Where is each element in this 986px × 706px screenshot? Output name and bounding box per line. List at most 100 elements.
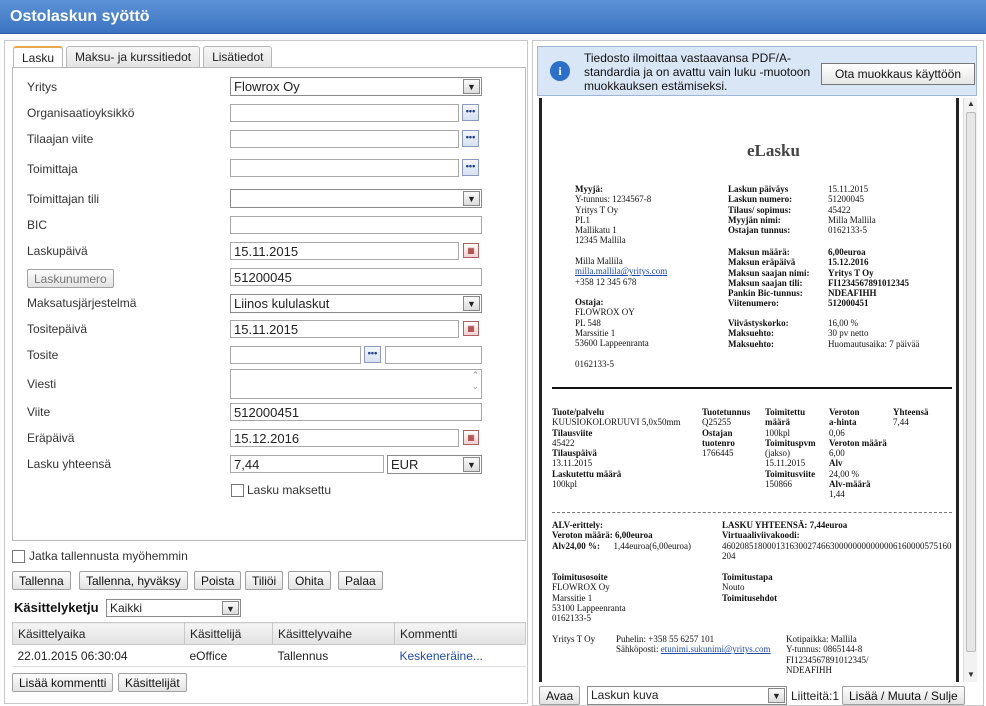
tallenna-hyvaksy-button[interactable]: Tallenna, hyväksy — [79, 571, 188, 590]
doc-value: KUUSIOKOLORUUVI 5,0x50mm — [552, 417, 681, 428]
attachment-select-value: Laskun kuva — [591, 688, 659, 702]
bic-input[interactable] — [230, 216, 482, 234]
doc-contact: Milla Mallila milla.mallila@yritys.com +… — [575, 256, 667, 287]
doc-value: 53100 Lappeenranta — [552, 602, 626, 613]
comment-link[interactable]: Keskeneräine... — [394, 644, 526, 667]
doc-label: Tilausviite — [552, 427, 593, 438]
ellipsis-icon[interactable]: ••• — [462, 159, 479, 176]
lasku-yhteensa-input[interactable]: 7,44 — [230, 455, 384, 473]
currency-value: EUR — [391, 457, 419, 472]
column-header: Käsittelyvaihe — [272, 622, 395, 645]
document-scrollbar[interactable]: ▲ ▼ — [963, 98, 977, 682]
jatka-tallennusta-checkbox[interactable] — [12, 550, 25, 563]
doc-divider — [552, 387, 952, 389]
laskupaiva-input[interactable]: 15.11.2015 — [230, 242, 459, 260]
doc-footer-contact: Puhelin: +358 55 6257 101 Sähköposti: et… — [616, 634, 771, 655]
calendar-icon[interactable]: ▦ — [463, 430, 479, 445]
chevron-down-icon: ▼ — [768, 688, 785, 703]
scroll-up-arrow-icon[interactable]: ▲ — [967, 99, 975, 108]
lasku-maksettu-checkbox[interactable] — [231, 484, 244, 497]
ellipsis-icon[interactable]: ••• — [364, 346, 381, 363]
erapaiva-input[interactable]: 15.12.2016 — [230, 429, 459, 447]
tab-maksu-ja-kurssitiedot[interactable]: Maksu- ja kurssitiedot — [66, 46, 201, 67]
kasittelyketju-select[interactable]: Kaikki ▼ — [106, 599, 241, 617]
doc-line: Milla Mallila — [575, 256, 623, 266]
laskunumero-button[interactable]: Laskunumero — [27, 269, 114, 288]
doc-label: Maksun saajan nimi: — [728, 267, 810, 278]
doc-label: Laskun numero: — [728, 194, 793, 205]
doc-value: 150866 — [765, 479, 792, 490]
ellipsis-icon[interactable]: ••• — [462, 104, 479, 121]
kasittelijat-button[interactable]: Käsittelijät — [118, 673, 187, 692]
lisaa-muuta-sulje-button[interactable]: Lisää / Muuta / Sulje — [842, 686, 965, 705]
doc-value: Huomautusaika: 7 päivää — [828, 338, 920, 349]
doc-delivery-terms: Toimitustapa Nouto Toimitusehdot — [722, 572, 777, 603]
doc-value: 0162133-5 — [828, 225, 867, 236]
tab-lisatiedot[interactable]: Lisätiedot — [203, 46, 273, 67]
palaa-button[interactable]: Palaa — [338, 571, 383, 590]
chevron-down-icon: ▼ — [463, 296, 480, 311]
doc-label: Ostajan — [702, 427, 733, 438]
enable-editing-button[interactable]: Ota muokkaus käyttöön — [821, 63, 975, 85]
doc-line: 53600 Lappeenranta — [575, 338, 649, 349]
doc-seller-title: Myyjä: — [575, 184, 603, 194]
column-header: Käsittelyaika — [12, 622, 185, 645]
doc-label: Laskun päiväys — [728, 184, 789, 194]
tosite-extra-input[interactable] — [385, 346, 482, 364]
doc-info-labels: Laskun päiväys Laskun numero: Tilaus/ so… — [728, 184, 792, 235]
tositepaiva-input[interactable]: 15.11.2015 — [230, 320, 459, 338]
lisaa-kommentti-button[interactable]: Lisää kommentti — [12, 673, 114, 692]
doc-value: 7,44 — [893, 417, 909, 428]
table-row[interactable]: 22.01.2015 06:30:04 eOffice Tallennus Ke… — [12, 644, 526, 667]
doc-label: Tilauspäivä — [552, 448, 597, 459]
calendar-icon[interactable]: ▦ — [463, 243, 479, 258]
scroll-down-arrow-icon[interactable]: ▼ — [967, 670, 975, 679]
doc-value: 45422 — [552, 437, 575, 448]
scrollbar-thumb[interactable] — [966, 112, 976, 652]
tilaajan-viite-input[interactable] — [230, 130, 459, 148]
column-header: Kommentti — [394, 622, 526, 645]
maksatusjarjestelma-select[interactable]: Liinos kululaskut ▼ — [230, 294, 482, 313]
doc-value: 13.11.2015 — [552, 458, 593, 469]
toimittajan-tili-select[interactable]: ▼ — [230, 189, 482, 208]
doc-label: Alv24,00 %: — [552, 540, 600, 551]
doc-value: 6,00euroa — [828, 247, 866, 257]
lasku-maksettu-label: Lasku maksettu — [247, 483, 332, 497]
laskunumero-input[interactable]: 51200045 — [230, 268, 482, 286]
doc-email-link[interactable]: milla.mallila@yritys.com — [575, 266, 667, 276]
organisaatioyksikko-input[interactable] — [230, 104, 459, 122]
doc-line: FLOWROX OY — [575, 307, 635, 318]
doc-value: 15.11.2015 — [828, 184, 869, 194]
doc-line: Yritys T Oy — [575, 204, 619, 215]
ellipsis-icon[interactable]: ••• — [462, 130, 479, 147]
doc-footer-email-link[interactable]: etunimi.sukunimi@yritys.com — [661, 644, 771, 654]
doc-value: Kotipaikka: Mallila — [786, 634, 857, 644]
tosite-input[interactable] — [230, 346, 361, 364]
attachment-select[interactable]: Laskun kuva ▼ — [587, 686, 787, 705]
viite-input[interactable]: 512000451 — [230, 403, 482, 421]
invoice-document: eLasku Myyjä: Y-tunnus: 1234567-8 Yritys… — [539, 98, 959, 682]
tab-lasku[interactable]: Lasku — [13, 46, 64, 68]
poista-button[interactable]: Poista — [194, 571, 242, 590]
doc-label: määrä — [765, 417, 790, 428]
doc-delivery-address: Toimitusosoite FLOWROX Oy Marssitie 1 53… — [552, 572, 626, 623]
chevron-down-icon: ▼ — [222, 601, 239, 615]
doc-value: Milla Mallila — [828, 214, 876, 225]
currency-select[interactable]: EUR ▼ — [387, 455, 482, 474]
viesti-textarea[interactable]: ⌃ ⌄ — [230, 369, 482, 399]
doc-label: Laskutettu määrä — [552, 468, 622, 479]
calendar-icon[interactable]: ▦ — [463, 321, 479, 336]
doc-value: 15.12.2016 — [828, 257, 869, 268]
doc-value: Q25255 — [702, 417, 731, 428]
doc-value: Nouto — [722, 582, 745, 593]
tab-strip: Lasku Maksu- ja kurssitiedot Lisätiedot — [13, 46, 275, 68]
doc-value: FI1234567891012345 — [828, 277, 909, 288]
doc-label: Toimitusehdot — [722, 592, 778, 603]
ohita-button[interactable]: Ohita — [288, 571, 331, 590]
doc-line: 0162133-5 — [575, 358, 614, 369]
toimittaja-input[interactable] — [230, 159, 459, 177]
tallenna-button[interactable]: Tallenna — [12, 571, 71, 590]
yritys-select[interactable]: Flowrox Oy ▼ — [230, 77, 482, 96]
avaa-button[interactable]: Avaa — [539, 686, 581, 705]
tilioi-button[interactable]: Tiliöi — [245, 571, 284, 590]
